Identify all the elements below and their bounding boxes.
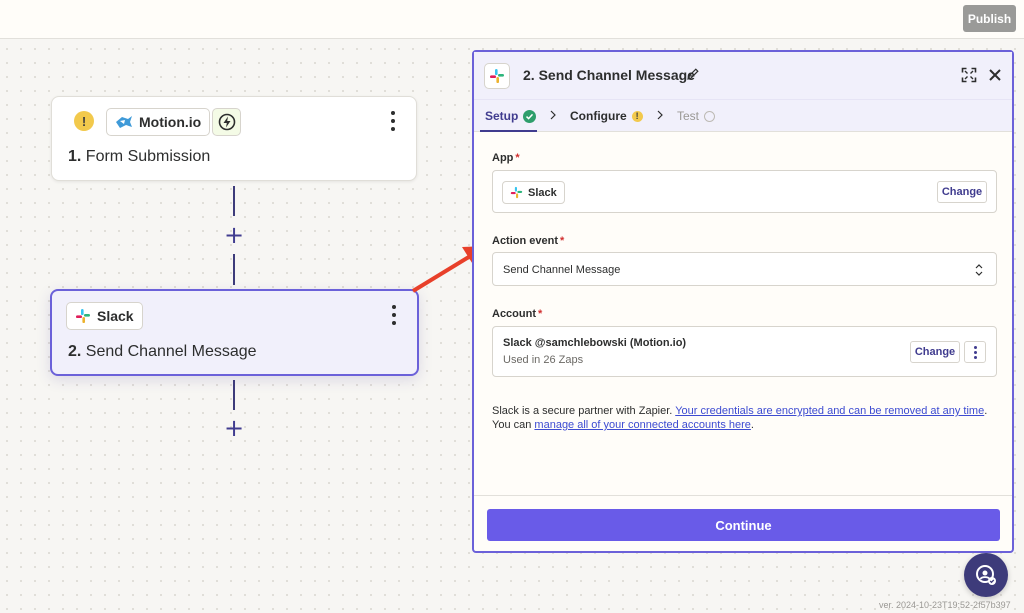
lightning-icon xyxy=(218,113,235,131)
slack-logo-icon xyxy=(490,69,504,83)
tab-test[interactable]: Test xyxy=(677,109,716,123)
step-1-app-name: Motion.io xyxy=(139,114,202,130)
partner-notice: Slack is a secure partner with Zapier. Y… xyxy=(492,404,997,432)
step-2-app-name: Slack xyxy=(97,308,134,324)
step-editor-panel: 2. Send Channel Message Setup Configure … xyxy=(472,50,1014,553)
warning-icon: ! xyxy=(74,111,94,131)
add-step-button[interactable]: + xyxy=(223,223,245,247)
partner-notice-suffix: . xyxy=(750,419,754,431)
partner-notice-prefix: Slack is a secure partner with Zapier. xyxy=(492,405,676,417)
app-chip: Slack xyxy=(502,181,565,204)
top-bar: Publish xyxy=(0,0,1024,39)
step-2-menu-icon[interactable] xyxy=(389,305,399,325)
footer-divider xyxy=(474,495,1012,496)
tab-configure[interactable]: Configure ! xyxy=(570,109,643,123)
step-2-title: 2. Send Channel Message xyxy=(68,343,257,361)
action-label-text: Action event xyxy=(492,235,559,247)
panel-app-icon xyxy=(484,63,510,89)
chevron-right-icon xyxy=(657,110,663,120)
select-arrows-icon xyxy=(975,264,983,276)
step-1-menu-icon[interactable] xyxy=(388,111,398,131)
continue-button[interactable]: Continue xyxy=(487,509,1000,541)
add-step-button[interactable]: + xyxy=(223,416,245,440)
action-event-label: Action event * xyxy=(492,235,564,247)
close-icon[interactable] xyxy=(987,67,1003,83)
clock-icon xyxy=(704,110,716,122)
action-event-select[interactable]: Send Channel Message xyxy=(492,252,997,286)
step-2-number: 2. xyxy=(68,343,82,360)
app-field: Slack Change xyxy=(492,170,997,213)
step-2-title-text: Send Channel Message xyxy=(85,343,257,360)
panel-header: 2. Send Channel Message xyxy=(474,52,1012,100)
motion-logo-icon xyxy=(116,116,132,128)
step-2-app-chip: Slack xyxy=(66,302,143,330)
required-marker: * xyxy=(560,235,565,247)
step-1-number: 1. xyxy=(68,148,82,165)
account-usage: Used in 26 Zaps xyxy=(503,354,584,366)
help-button[interactable] xyxy=(964,553,1008,597)
publish-button[interactable]: Publish xyxy=(963,5,1016,32)
step-1-app-chip: Motion.io xyxy=(106,108,211,136)
connector-line xyxy=(233,254,235,285)
active-tab-indicator xyxy=(480,130,537,132)
credentials-link[interactable]: Your credentials are encrypted and can b… xyxy=(675,405,984,417)
account-more-icon[interactable] xyxy=(964,341,986,363)
action-event-value: Send Channel Message xyxy=(503,264,621,276)
connector-line xyxy=(233,380,235,410)
tab-setup[interactable]: Setup xyxy=(485,109,537,123)
app-value: Slack xyxy=(528,186,557,199)
step-1-title: 1. Form Submission xyxy=(68,148,210,166)
step-1-title-text: Form Submission xyxy=(85,148,211,165)
chevron-right-icon xyxy=(550,110,556,120)
connector-line xyxy=(233,186,235,216)
manage-accounts-link[interactable]: manage all of your connected accounts he… xyxy=(534,419,750,431)
step-1-card[interactable]: ! Motion.io 1. Form Submission xyxy=(51,96,417,181)
account-name: Slack @samchlebowski (Motion.io) xyxy=(503,337,687,349)
account-label: Account * xyxy=(492,308,542,320)
slack-logo-icon xyxy=(510,186,523,199)
step-tabs: Setup Configure ! Test xyxy=(474,100,1012,132)
app-label-text: App xyxy=(492,152,514,164)
required-marker: * xyxy=(515,152,520,164)
step-2-card[interactable]: Slack 2. Send Channel Message xyxy=(50,289,419,376)
account-field: Slack @samchlebowski (Motion.io) Used in… xyxy=(492,326,997,377)
version-label: ver. 2024-10-23T19:52-2f57b397 xyxy=(879,600,1011,610)
change-account-button[interactable]: Change xyxy=(910,341,960,363)
slack-logo-icon xyxy=(76,309,90,323)
trigger-chip xyxy=(212,108,241,136)
tab-test-label: Test xyxy=(677,109,700,123)
warning-icon: ! xyxy=(631,110,643,122)
support-icon xyxy=(976,565,996,585)
change-app-button[interactable]: Change xyxy=(937,181,987,203)
panel-title: 2. Send Channel Message xyxy=(523,67,695,83)
app-field-label: App * xyxy=(492,152,520,164)
pencil-icon[interactable] xyxy=(686,67,700,81)
tab-setup-label: Setup xyxy=(485,109,519,123)
check-icon xyxy=(523,109,537,123)
expand-icon[interactable] xyxy=(961,67,977,83)
required-marker: * xyxy=(538,308,543,320)
tab-configure-label: Configure xyxy=(570,109,627,123)
account-label-text: Account xyxy=(492,308,536,320)
